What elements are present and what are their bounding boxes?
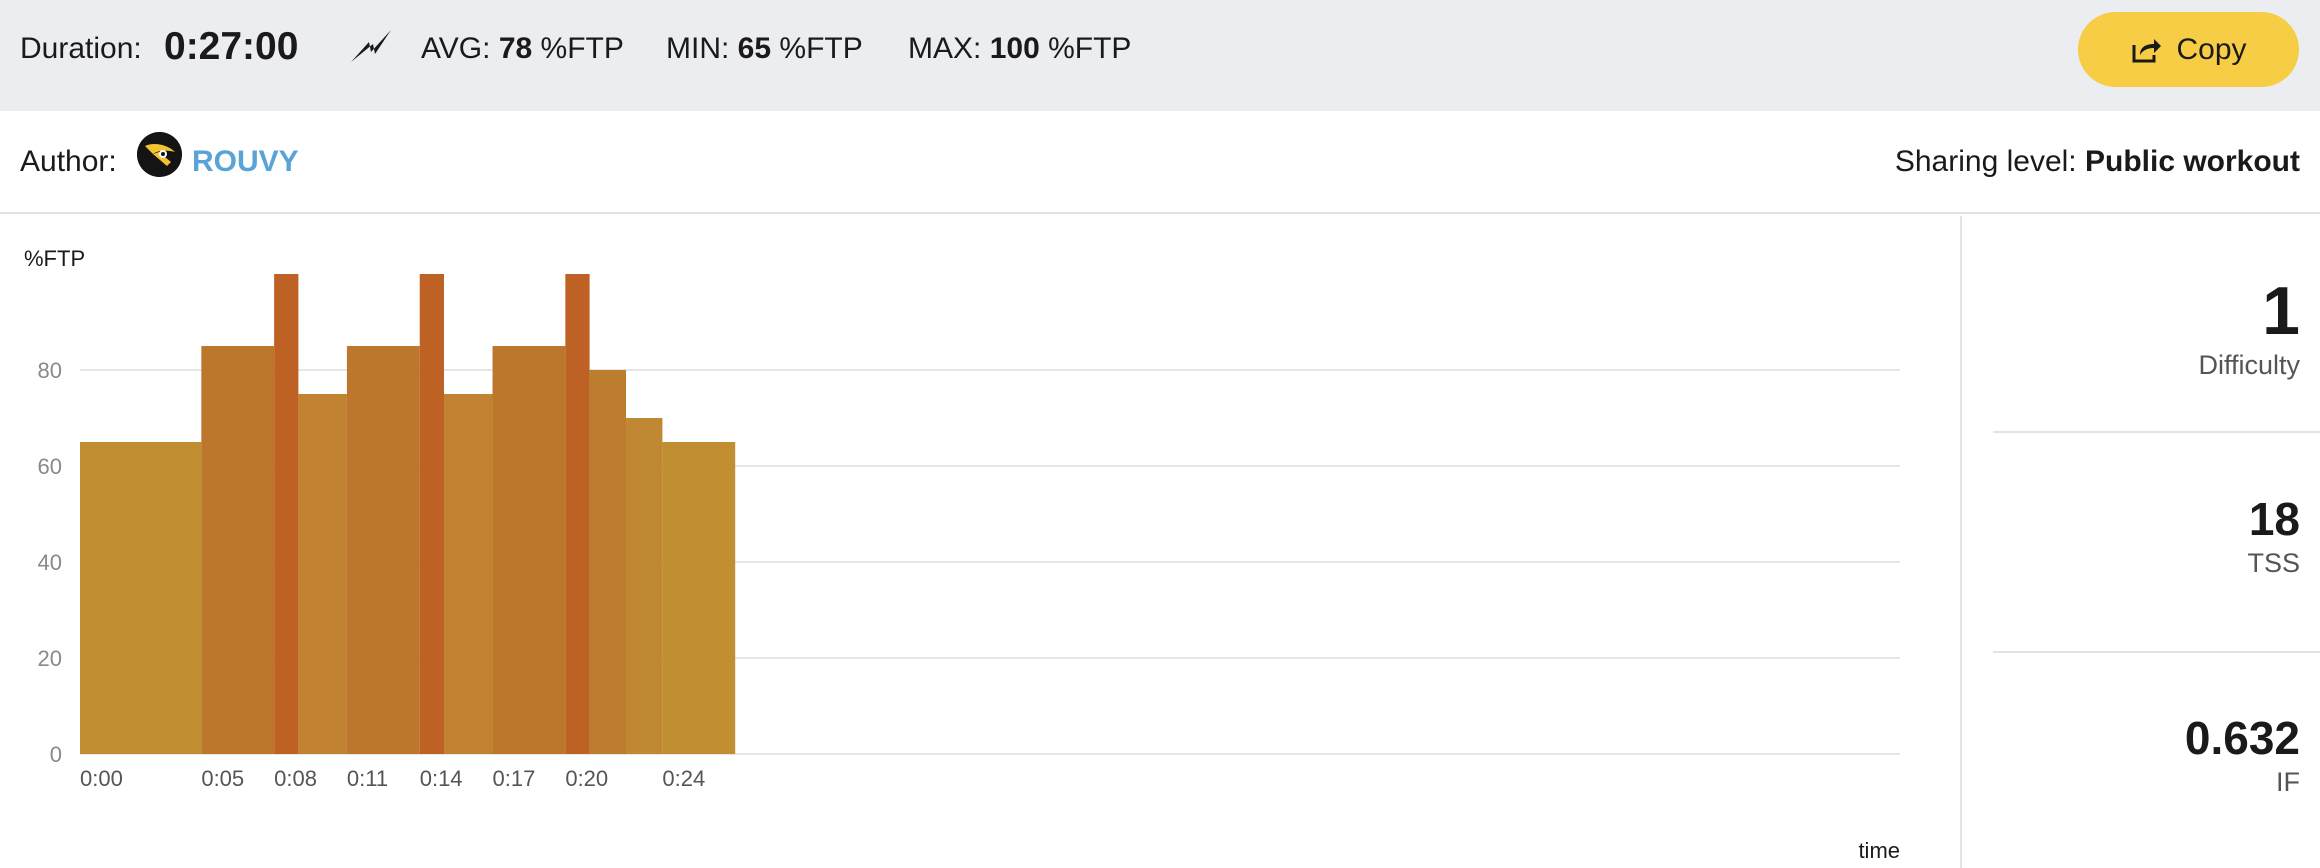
interval-bar[interactable] <box>444 394 493 754</box>
x-tick-label: 0:20 <box>565 766 608 791</box>
metric-divider <box>1993 651 2320 653</box>
interval-bar[interactable] <box>274 274 299 754</box>
y-axis-ticks: 0 20 40 60 80 <box>38 358 62 767</box>
y-tick-label: 20 <box>38 646 62 671</box>
avg-label: AVG: <box>421 32 491 65</box>
author-name-link[interactable]: ROUVY <box>192 145 299 179</box>
x-tick-label: 0:05 <box>201 766 244 791</box>
avg-stat: AVG: 78 %FTP <box>421 29 624 69</box>
x-axis-ticks: 0:00 0:05 0:08 0:11 0:14 0:17 0:20 0:24 <box>80 766 705 791</box>
sharing-level-label: Sharing level: <box>1894 145 2077 178</box>
x-tick-label: 0:08 <box>274 766 317 791</box>
interval-bar[interactable] <box>80 442 202 754</box>
if-label: IF <box>2276 767 2300 797</box>
interval-bar[interactable] <box>298 394 347 754</box>
min-label: MIN: <box>666 32 730 65</box>
difficulty-value: 1 <box>2262 273 2300 349</box>
avg-value: 78 <box>498 32 533 65</box>
x-tick-label: 0:17 <box>493 766 536 791</box>
min-value: 65 <box>737 32 772 65</box>
x-tick-label: 0:14 <box>420 766 463 791</box>
lightning-bolt-icon <box>351 30 391 62</box>
x-tick-label: 0:24 <box>662 766 705 791</box>
duration-label: Duration: <box>20 32 142 65</box>
workout-summary-bar: Duration: 0:27:00 AVG: 78 %FTP MIN: 65 %… <box>0 0 2320 111</box>
tss-value: 18 <box>2248 493 2300 545</box>
if-value: 0.632 <box>2184 712 2300 764</box>
avg-unit: %FTP <box>540 32 624 65</box>
interval-bar[interactable] <box>346 346 420 754</box>
difficulty-label: Difficulty <box>2198 350 2300 380</box>
max-label: MAX: <box>908 32 982 65</box>
author-row: Author: ROUVY Sharing level: Public work… <box>0 111 2320 214</box>
duration-value: 0:27:00 <box>164 25 299 68</box>
metric-difficulty: 1 Difficulty <box>2198 274 2300 382</box>
min-unit: %FTP <box>779 32 863 65</box>
metric-if: 0.632 IF <box>2185 711 2300 799</box>
max-unit: %FTP <box>1048 32 1132 65</box>
sharing-level-value: Public workout <box>2084 145 2300 178</box>
chart-bars <box>80 274 736 754</box>
y-tick-label: 80 <box>38 358 62 383</box>
max-stat: MAX: 100 %FTP <box>908 29 1131 69</box>
tss-label: TSS <box>2247 548 2300 578</box>
workout-chart-svg: 020406080 0:00 0:05 0:08 0:11 0:14 0:17 0:20 0:… <box>24 246 1900 863</box>
author-label: Author: <box>20 145 117 178</box>
y-tick-label: 60 <box>38 454 62 479</box>
y-tick-label: 0 <box>50 742 62 767</box>
rouvy-logo <box>137 132 182 177</box>
copy-button[interactable]: Copy <box>2078 12 2299 87</box>
min-stat: MIN: 65 %FTP <box>666 29 863 69</box>
y-axis-label: %FTP <box>24 246 85 271</box>
interval-bar[interactable] <box>201 346 275 754</box>
metric-tss: 18 TSS <box>2247 492 2300 580</box>
share-export-icon <box>2132 38 2162 62</box>
interval-bar[interactable] <box>419 274 444 754</box>
max-value: 100 <box>989 32 1040 65</box>
metric-divider <box>1993 431 2320 433</box>
panel-divider <box>1960 216 1962 868</box>
interval-bar[interactable] <box>492 346 566 754</box>
sharing-level: Sharing level: Public workout <box>1895 145 2300 179</box>
y-tick-label: 40 <box>38 550 62 575</box>
interval-bar[interactable] <box>662 442 736 754</box>
author-avatar[interactable] <box>137 132 182 177</box>
x-tick-label: 0:11 <box>347 766 388 791</box>
interval-bar[interactable] <box>589 370 626 754</box>
interval-bar[interactable] <box>565 274 590 754</box>
x-tick-label: 0:00 <box>80 766 123 791</box>
x-axis-label: time <box>1858 838 1900 863</box>
workout-profile-chart: 0 20 40 60 80 0:00 0:05 0:08 0:11 0:14 0:17 0:20 0:… <box>0 216 1960 868</box>
copy-button-label: Copy <box>2176 32 2247 66</box>
interval-bar[interactable] <box>626 418 663 754</box>
